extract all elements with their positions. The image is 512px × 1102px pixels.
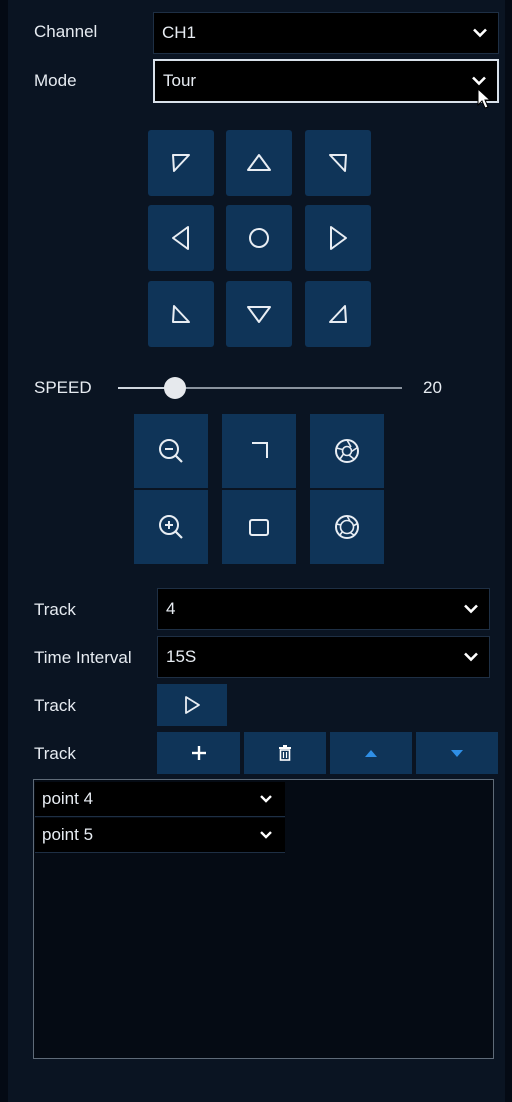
circle-center-icon bbox=[249, 228, 269, 248]
arrow-down-right-icon bbox=[329, 305, 347, 323]
mode-value: Tour bbox=[163, 71, 197, 90]
track-select[interactable]: 4 bbox=[157, 588, 490, 630]
move-point-down-button[interactable] bbox=[416, 732, 498, 774]
speed-value: 20 bbox=[423, 378, 442, 397]
aperture-open-icon bbox=[335, 515, 359, 539]
channel-label: Channel bbox=[34, 22, 98, 41]
play-track-button[interactable] bbox=[157, 684, 227, 726]
mode-select[interactable]: Tour bbox=[153, 59, 499, 103]
caret-up-icon bbox=[365, 749, 377, 757]
iris-close-button[interactable] bbox=[310, 414, 384, 488]
list-item[interactable]: point 4 bbox=[35, 782, 285, 817]
caret-down-icon bbox=[451, 749, 463, 757]
ptz-right-button[interactable] bbox=[305, 205, 371, 271]
iris-open-button[interactable] bbox=[310, 490, 384, 564]
aperture-close-icon bbox=[335, 439, 359, 463]
time-interval-label: Time Interval bbox=[34, 648, 132, 667]
speed-slider-track[interactable] bbox=[118, 377, 402, 399]
ptz-left-button[interactable] bbox=[148, 205, 214, 271]
zoom-out-icon bbox=[159, 439, 183, 463]
mouse-cursor-icon bbox=[477, 88, 491, 109]
ptz-up-left-button[interactable] bbox=[148, 130, 214, 196]
point-select-value: point 4 bbox=[42, 789, 94, 808]
focus-far-button[interactable] bbox=[222, 490, 296, 564]
ptz-down-left-button[interactable] bbox=[148, 281, 214, 347]
speed-label: SPEED bbox=[34, 378, 92, 397]
speed-slider-knob[interactable] bbox=[163, 377, 186, 399]
arrow-up-icon bbox=[247, 154, 271, 171]
list-item[interactable]: point 5 bbox=[35, 818, 285, 853]
channel-value: CH1 bbox=[162, 23, 197, 42]
chevron-down-icon bbox=[472, 76, 486, 86]
track-label: Track bbox=[34, 600, 76, 619]
trash-icon bbox=[279, 745, 291, 761]
move-point-up-button[interactable] bbox=[330, 732, 412, 774]
chevron-down-icon bbox=[473, 28, 487, 38]
time-interval-select[interactable]: 15S bbox=[157, 636, 490, 678]
chevron-down-icon bbox=[260, 795, 272, 803]
add-point-button[interactable] bbox=[157, 732, 240, 774]
mode-label: Mode bbox=[34, 71, 77, 90]
focus-near-icon bbox=[252, 442, 268, 458]
zoom-in-icon bbox=[159, 515, 183, 539]
point-select-value: point 5 bbox=[42, 825, 94, 844]
chevron-down-icon bbox=[464, 604, 478, 614]
arrow-up-right-icon bbox=[329, 154, 347, 172]
zoom-in-button[interactable] bbox=[134, 490, 208, 564]
arrow-right-icon bbox=[330, 226, 347, 250]
focus-near-button[interactable] bbox=[222, 414, 296, 488]
delete-point-button[interactable] bbox=[244, 732, 326, 774]
time-interval-value: 15S bbox=[166, 647, 197, 666]
channel-select[interactable]: CH1 bbox=[153, 12, 499, 54]
ptz-down-button[interactable] bbox=[226, 281, 292, 347]
ptz-center-button[interactable] bbox=[226, 205, 292, 271]
play-icon bbox=[185, 696, 200, 714]
focus-far-icon bbox=[249, 519, 269, 536]
zoom-out-button[interactable] bbox=[134, 414, 208, 488]
arrow-down-icon bbox=[247, 306, 271, 323]
chevron-down-icon bbox=[464, 652, 478, 662]
arrow-down-left-icon bbox=[172, 305, 190, 323]
track-play-label: Track bbox=[34, 696, 76, 715]
track-value: 4 bbox=[166, 599, 176, 618]
ptz-down-right-button[interactable] bbox=[305, 281, 371, 347]
ptz-up-right-button[interactable] bbox=[305, 130, 371, 196]
plus-icon bbox=[191, 746, 206, 760]
arrow-left-icon bbox=[172, 226, 189, 250]
arrow-up-left-icon bbox=[172, 154, 190, 172]
track-points-list[interactable]: point 4 point 5 bbox=[33, 779, 494, 1059]
chevron-down-icon bbox=[260, 831, 272, 839]
track-edit-label: Track bbox=[34, 744, 76, 763]
ptz-up-button[interactable] bbox=[226, 130, 292, 196]
